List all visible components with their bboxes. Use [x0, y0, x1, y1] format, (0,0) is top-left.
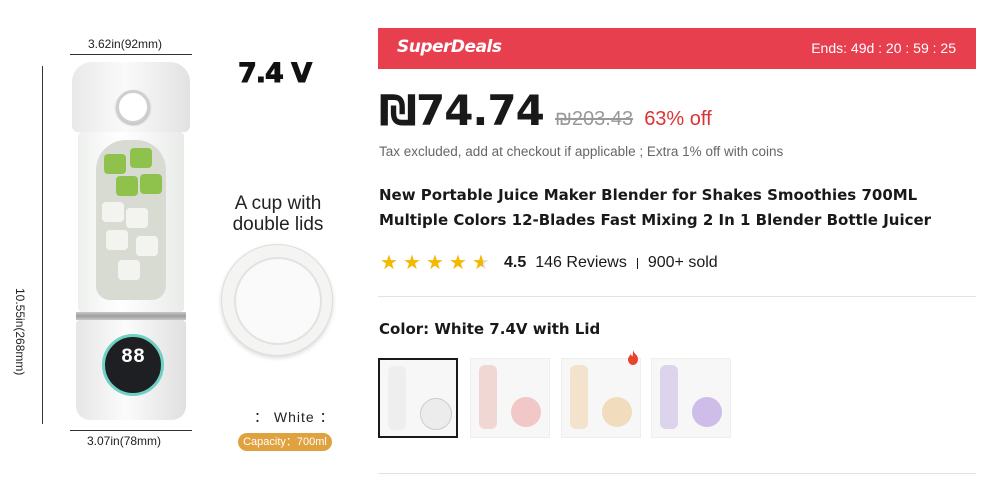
swatch-lid — [692, 397, 722, 427]
dimension-line-side — [42, 66, 43, 424]
rating-value: 4.5 — [504, 254, 527, 271]
blender-display: 88 — [102, 334, 164, 396]
dimension-line-top — [70, 54, 192, 55]
swatch-cup — [660, 365, 678, 429]
superdeals-banner: SuperDeals Ends: 49d : 20 : 59 : 25 — [378, 28, 976, 69]
swatch-thumb-text — [511, 367, 541, 387]
blender-lid — [72, 62, 190, 132]
lid-illustration — [221, 244, 333, 356]
blender-ring — [76, 312, 186, 320]
star-icon: ★ — [380, 252, 398, 274]
image-color-label: ： White ： — [254, 409, 335, 425]
capacity-badge: Capacity：700ml — [238, 433, 332, 451]
color-label: Color: White 7.4V with Lid — [379, 320, 601, 338]
star-half-icon: ★ — [472, 253, 494, 273]
blender-knob — [116, 90, 150, 124]
rating-row[interactable]: ★ ★ ★ ★ ★ 4.5 146 Reviews 900+ sold — [380, 252, 718, 274]
product-title: New Portable Juice Maker Blender for Sha… — [379, 186, 932, 229]
dimension-width-top: 3.62in(92mm) — [88, 37, 163, 51]
dimension-width-bottom: 3.07in(78mm) — [87, 434, 162, 448]
swatch-lid — [420, 398, 452, 430]
hot-flame-icon — [628, 350, 638, 365]
sold-count: 900+ sold — [647, 254, 718, 271]
swatch-cup — [570, 365, 588, 429]
star-icon: ★ — [449, 252, 467, 274]
voltage-label: 7.4 V — [237, 58, 312, 90]
discount-label: 63% off — [644, 108, 712, 130]
swatch-thumb-text — [692, 367, 722, 387]
blender-window — [96, 140, 166, 300]
dimension-line-bottom — [70, 430, 192, 431]
divider — [378, 473, 976, 474]
blender-jar — [78, 132, 184, 312]
deal-countdown: Ends: 49d : 20 : 59 : 25 — [811, 40, 956, 56]
color-option-apricot[interactable] — [561, 358, 641, 438]
star-rating: ★ ★ ★ ★ ★ — [380, 253, 494, 273]
swatch-thumb-text — [420, 368, 450, 388]
price-row: ₪74.74 ₪203.43 63% off — [379, 86, 712, 136]
swatch-lid — [602, 397, 632, 427]
blender-base: 88 — [76, 320, 186, 420]
swatch-cup — [479, 365, 497, 429]
color-option-pink[interactable] — [470, 358, 550, 438]
color-option-white[interactable] — [378, 358, 458, 438]
separator — [636, 257, 638, 269]
dimension-height-side: 10.55in(268mm) — [13, 288, 27, 376]
tax-note: Tax excluded, add at checkout if applica… — [379, 144, 784, 159]
color-option-purple[interactable] — [651, 358, 731, 438]
star-icon: ★ — [403, 252, 421, 274]
reviews-link[interactable]: 146 Reviews — [535, 254, 627, 272]
star-icon: ★ — [426, 252, 444, 274]
swatch-thumb-text — [602, 367, 632, 387]
divider — [378, 296, 976, 297]
product-main-image[interactable]: 3.62in(92mm) 10.55in(268mm) 88 3.07in(78… — [0, 0, 360, 488]
current-price: ₪74.74 — [379, 86, 545, 135]
original-price: ₪203.43 — [554, 108, 634, 130]
cup-lids-label: A cup with double lids — [232, 193, 324, 235]
swatch-cup — [388, 366, 406, 430]
blender-illustration: 88 — [72, 62, 190, 422]
superdeals-title: SuperDeals — [397, 37, 502, 57]
swatch-lid — [511, 397, 541, 427]
